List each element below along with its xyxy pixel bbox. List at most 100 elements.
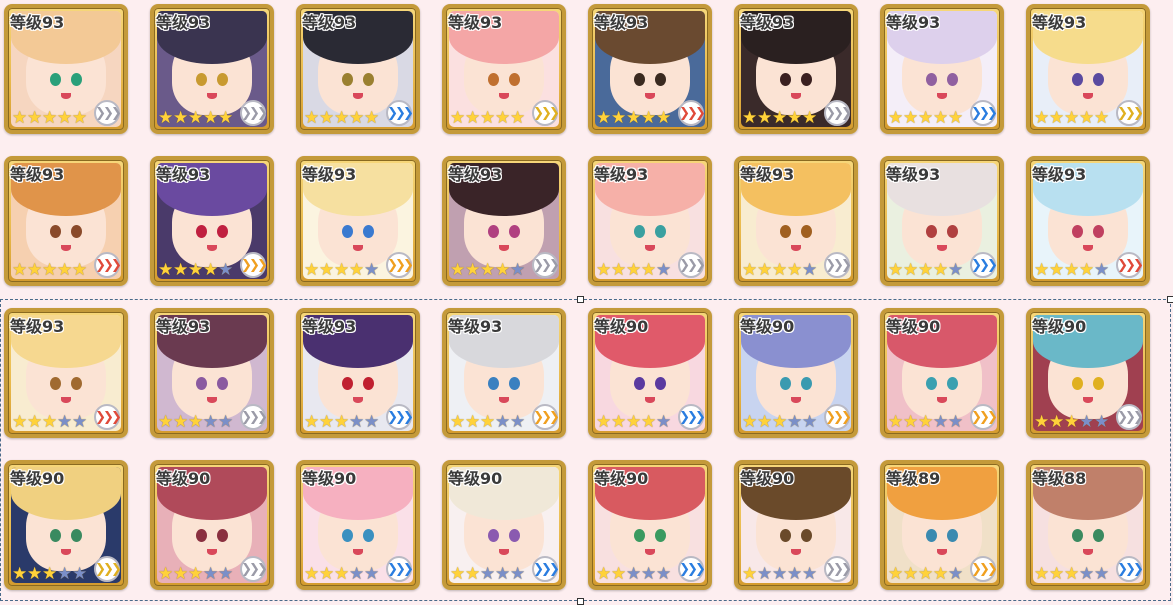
character-eye-right — [362, 73, 374, 87]
selection-handle-top[interactable] — [577, 296, 584, 303]
rank-chevron-icon: ❯❯❯ — [240, 252, 268, 278]
star-rating: ★ ★ ★ ★ ★ — [450, 262, 525, 279]
character-eye-left — [926, 73, 938, 87]
character-eye-left — [342, 225, 354, 239]
character-eye-left — [196, 225, 208, 239]
selection-handle-right[interactable] — [1167, 296, 1173, 303]
star-icon: ★ — [772, 108, 788, 128]
star-icon: ★ — [933, 260, 949, 280]
star-icon: ★ — [1094, 108, 1110, 128]
star-rating: ★ ★ ★ ★ ★ — [596, 262, 671, 279]
star-icon: ★ — [611, 108, 627, 128]
star-icon: ★ — [450, 108, 466, 128]
level-label: 等级93 — [10, 13, 65, 32]
star-icon: ★ — [1064, 260, 1080, 280]
character-card[interactable]: 等级93 ★ ★ ★ ★ ★ ❯❯❯ — [880, 4, 1004, 134]
star-rating: ★ ★ ★ ★ ★ — [888, 262, 963, 279]
star-rating: ★ ★ ★ ★ ★ — [304, 110, 379, 127]
character-card[interactable]: 等级93 ★ ★ ★ ★ ★ ❯❯❯ — [4, 4, 128, 134]
level-label: 等级93 — [302, 13, 357, 32]
star-icon: ★ — [42, 260, 58, 280]
level-label: 等级93 — [156, 165, 211, 184]
character-card[interactable]: 等级93 ★ ★ ★ ★ ★ ❯❯❯ — [442, 156, 566, 286]
star-icon: ★ — [510, 260, 526, 280]
character-eye-right — [70, 225, 82, 239]
star-icon: ★ — [656, 260, 672, 280]
level-label: 等级93 — [594, 165, 649, 184]
star-icon: ★ — [349, 260, 365, 280]
character-card[interactable]: 等级93 ★ ★ ★ ★ ★ ❯❯❯ — [296, 4, 420, 134]
level-label: 等级93 — [448, 165, 503, 184]
selection-box — [0, 299, 1171, 601]
star-icon: ★ — [42, 108, 58, 128]
star-icon: ★ — [787, 108, 803, 128]
rank-chevron-icon: ❯❯❯ — [386, 100, 414, 126]
character-eye-left — [1072, 225, 1084, 239]
character-card[interactable]: 等级93 ★ ★ ★ ★ ★ ❯❯❯ — [588, 156, 712, 286]
character-mouth — [353, 92, 363, 100]
character-mouth — [499, 244, 509, 252]
star-rating: ★ ★ ★ ★ ★ — [158, 110, 233, 127]
star-icon: ★ — [596, 260, 612, 280]
rank-chevron-icon: ❯❯❯ — [970, 100, 998, 126]
character-card[interactable]: 等级93 ★ ★ ★ ★ ★ ❯❯❯ — [880, 156, 1004, 286]
character-card[interactable]: 等级93 ★ ★ ★ ★ ★ ❯❯❯ — [4, 156, 128, 286]
star-icon: ★ — [626, 260, 642, 280]
star-icon: ★ — [319, 108, 335, 128]
star-icon: ★ — [948, 260, 964, 280]
character-eye-right — [1092, 225, 1104, 239]
star-icon: ★ — [1079, 260, 1095, 280]
level-label: 等级93 — [886, 165, 941, 184]
star-icon: ★ — [495, 108, 511, 128]
character-mouth — [353, 244, 363, 252]
star-icon: ★ — [465, 260, 481, 280]
star-rating: ★ ★ ★ ★ ★ — [742, 262, 817, 279]
star-icon: ★ — [933, 108, 949, 128]
character-mouth — [937, 92, 947, 100]
star-icon: ★ — [465, 108, 481, 128]
character-card[interactable]: 等级93 ★ ★ ★ ★ ★ ❯❯❯ — [442, 4, 566, 134]
character-eye-left — [634, 225, 646, 239]
character-card[interactable]: 等级93 ★ ★ ★ ★ ★ ❯❯❯ — [734, 156, 858, 286]
character-card[interactable]: 等级93 ★ ★ ★ ★ ★ ❯❯❯ — [296, 156, 420, 286]
character-mouth — [499, 92, 509, 100]
level-label: 等级93 — [740, 165, 795, 184]
character-eye-right — [654, 73, 666, 87]
rank-chevron-icon: ❯❯❯ — [678, 100, 706, 126]
star-icon: ★ — [450, 260, 466, 280]
character-mouth — [207, 92, 217, 100]
star-icon: ★ — [802, 260, 818, 280]
star-icon: ★ — [596, 108, 612, 128]
star-icon: ★ — [510, 108, 526, 128]
star-icon: ★ — [1034, 260, 1050, 280]
level-label: 等级93 — [302, 165, 357, 184]
character-eye-right — [362, 225, 374, 239]
star-icon: ★ — [641, 108, 657, 128]
star-icon: ★ — [173, 108, 189, 128]
character-eye-right — [946, 225, 958, 239]
character-card[interactable]: 等级93 ★ ★ ★ ★ ★ ❯❯❯ — [1026, 4, 1150, 134]
character-card[interactable]: 等级93 ★ ★ ★ ★ ★ ❯❯❯ — [588, 4, 712, 134]
level-label: 等级93 — [740, 13, 795, 32]
star-icon: ★ — [57, 260, 73, 280]
character-card[interactable]: 等级93 ★ ★ ★ ★ ★ ❯❯❯ — [150, 4, 274, 134]
star-icon: ★ — [364, 260, 380, 280]
character-card[interactable]: 等级93 ★ ★ ★ ★ ★ ❯❯❯ — [150, 156, 274, 286]
star-rating: ★ ★ ★ ★ ★ — [1034, 262, 1109, 279]
character-card[interactable]: 等级93 ★ ★ ★ ★ ★ ❯❯❯ — [1026, 156, 1150, 286]
star-rating: ★ ★ ★ ★ ★ — [12, 110, 87, 127]
star-icon: ★ — [757, 260, 773, 280]
star-icon: ★ — [158, 108, 174, 128]
star-icon: ★ — [903, 108, 919, 128]
star-icon: ★ — [218, 108, 234, 128]
star-icon: ★ — [1064, 108, 1080, 128]
star-icon: ★ — [1049, 260, 1065, 280]
character-card[interactable]: 等级93 ★ ★ ★ ★ ★ ❯❯❯ — [734, 4, 858, 134]
star-icon: ★ — [72, 260, 88, 280]
rank-chevron-icon: ❯❯❯ — [678, 252, 706, 278]
level-label: 等级93 — [594, 13, 649, 32]
rank-chevron-icon: ❯❯❯ — [1116, 252, 1144, 278]
star-icon: ★ — [188, 108, 204, 128]
character-eye-right — [800, 225, 812, 239]
star-icon: ★ — [495, 260, 511, 280]
